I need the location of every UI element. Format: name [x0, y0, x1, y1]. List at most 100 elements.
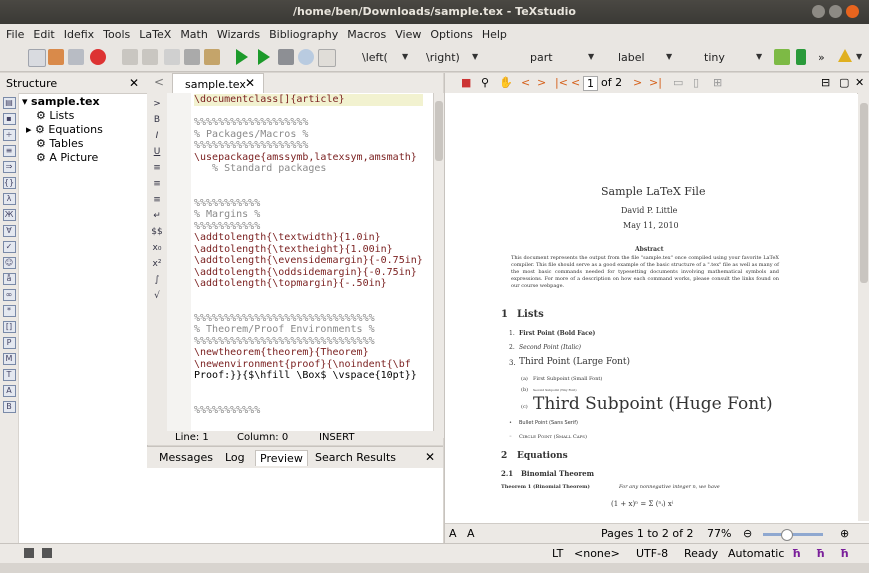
- code-line[interactable]: [194, 382, 423, 394]
- align-left-icon[interactable]: ≡: [147, 163, 167, 173]
- chevron-down-icon[interactable]: ▼: [666, 52, 672, 61]
- delimiters-icon[interactable]: {}: [2, 177, 16, 189]
- relations-icon[interactable]: ≡: [2, 145, 16, 157]
- align-center-icon[interactable]: ≡: [147, 179, 167, 189]
- fit-width-icon[interactable]: ▭: [673, 76, 683, 89]
- subscript-icon[interactable]: x₀: [147, 243, 167, 253]
- zoom-in-icon[interactable]: ⊕: [840, 527, 849, 540]
- code-line[interactable]: % Packages/Macros %: [194, 129, 423, 141]
- language-status[interactable]: <none>: [574, 547, 620, 560]
- menu-macros[interactable]: Macros: [347, 28, 386, 41]
- tree-item[interactable]: ▸ ⚙ Equations: [22, 123, 103, 137]
- reference-dropdown[interactable]: label: [618, 51, 645, 64]
- chevron-down-icon[interactable]: ▼: [588, 52, 594, 61]
- tab-log[interactable]: Log: [221, 450, 249, 465]
- first-page-icon[interactable]: |<: [555, 76, 568, 89]
- last-page-icon[interactable]: >|: [649, 76, 662, 89]
- menu-edit[interactable]: Edit: [33, 28, 54, 41]
- chevron-down-icon[interactable]: ▼: [402, 52, 408, 61]
- code-line[interactable]: \usepackage{amssymb,latexsym,amsmath}: [194, 152, 423, 164]
- code-line[interactable]: \addtolength{\topmargin}{-.50in}: [194, 278, 423, 290]
- fraction-icon[interactable]: ∫: [147, 275, 167, 285]
- code-line[interactable]: %%%%%%%%%%%%%%%%%%%: [194, 117, 423, 129]
- code-line[interactable]: [194, 186, 423, 198]
- underline-icon[interactable]: U: [147, 147, 167, 157]
- chevron-down-icon[interactable]: ▼: [856, 52, 862, 61]
- mode-status[interactable]: Automatic: [728, 547, 784, 560]
- greek-icon[interactable]: λ: [2, 193, 16, 205]
- italic-icon[interactable]: I: [147, 131, 167, 141]
- warning-icon[interactable]: [838, 49, 852, 62]
- undo-icon[interactable]: [122, 49, 138, 65]
- math-mode-icon[interactable]: $$: [147, 227, 167, 237]
- align-right-icon[interactable]: ≡: [147, 195, 167, 205]
- tab-sample-tex[interactable]: sample.tex ✕: [172, 73, 264, 93]
- sectioning-dropdown[interactable]: part: [530, 51, 553, 64]
- hand-icon[interactable]: ✋: [499, 76, 513, 89]
- menu-help[interactable]: Help: [482, 28, 507, 41]
- bookmark-icon[interactable]: ■: [461, 76, 471, 89]
- more-tools-button[interactable]: »: [818, 51, 825, 64]
- menu-view[interactable]: View: [395, 28, 421, 41]
- arrows-icon[interactable]: ⇒: [2, 161, 16, 173]
- ps-icon[interactable]: P: [2, 337, 16, 349]
- encoding-status[interactable]: UTF-8: [636, 547, 668, 560]
- code-line[interactable]: %%%%%%%%%%%: [194, 405, 423, 417]
- code-line[interactable]: \newtheorem{theorem}{Theorem}: [194, 347, 423, 359]
- tag-icon[interactable]: ħ: [840, 547, 849, 560]
- structure-view-icon[interactable]: ▤: [2, 97, 16, 109]
- close-window-button[interactable]: [846, 5, 859, 18]
- menu-idefix[interactable]: Idefix: [64, 28, 94, 41]
- viewer-scrollbar[interactable]: [858, 93, 869, 521]
- page-number-input[interactable]: 1: [583, 76, 598, 91]
- new-file-icon[interactable]: [28, 49, 46, 67]
- menu-options[interactable]: Options: [430, 28, 472, 41]
- cut-icon[interactable]: [184, 49, 200, 65]
- tree-root[interactable]: ▾ sample.tex: [22, 95, 103, 109]
- tab-messages[interactable]: Messages: [155, 450, 217, 465]
- menu-math[interactable]: Math: [180, 28, 208, 41]
- fit-page-icon[interactable]: ▯: [693, 76, 699, 89]
- code-line[interactable]: \newenvironment{proof}{\noindent{\bf: [194, 359, 423, 371]
- tag-icon[interactable]: ħ: [816, 547, 825, 560]
- menu-tools[interactable]: Tools: [103, 28, 130, 41]
- close-file-icon[interactable]: [90, 49, 106, 65]
- chevron-down-icon[interactable]: ▼: [472, 52, 478, 61]
- menu-file[interactable]: File: [6, 28, 24, 41]
- operators-icon[interactable]: ÷: [2, 129, 16, 141]
- code-line[interactable]: \addtolength{\oddsidemargin}{-0.75in}: [194, 267, 423, 279]
- brackets-icon[interactable]: []: [2, 321, 16, 333]
- code-line[interactable]: [194, 393, 423, 405]
- font-size-dropdown[interactable]: tiny: [704, 51, 725, 64]
- code-line[interactable]: \addtolength{\textheight}{1.00in}: [194, 244, 423, 256]
- code-line[interactable]: %%%%%%%%%%%%%%%%%%%%%%%%%%%%%%: [194, 336, 423, 348]
- close-icon[interactable]: ✕: [245, 76, 255, 90]
- code-line[interactable]: %%%%%%%%%%%%%%%%%%%: [194, 140, 423, 152]
- asy-icon[interactable]: A: [2, 385, 16, 397]
- symbols-icon[interactable]: ∞: [2, 289, 16, 301]
- menu-latex[interactable]: LaTeX: [139, 28, 171, 41]
- maximize-button[interactable]: [829, 5, 842, 18]
- toggle-structure-icon[interactable]: [24, 548, 34, 558]
- compile-icon[interactable]: [258, 49, 270, 65]
- font-icon[interactable]: A: [467, 527, 475, 540]
- code-line[interactable]: %%%%%%%%%%%: [194, 198, 423, 210]
- forall-icon[interactable]: ∀: [2, 225, 16, 237]
- minimize-button[interactable]: [812, 5, 825, 18]
- language-icon[interactable]: LT: [552, 547, 563, 560]
- left-bracket-dropdown[interactable]: \left(: [362, 51, 388, 64]
- editor-scrollbar[interactable]: [433, 93, 444, 438]
- menu-wizards[interactable]: Wizards: [217, 28, 260, 41]
- next-page-icon[interactable]: >: [633, 76, 642, 89]
- close-icon[interactable]: ✕: [129, 76, 139, 90]
- bold-icon[interactable]: B: [147, 115, 167, 125]
- code-line[interactable]: \addtolength{\evensidemargin}{-0.75in}: [194, 255, 423, 267]
- forward-icon[interactable]: >: [537, 76, 546, 89]
- table-icon[interactable]: [774, 49, 790, 65]
- embed-icon[interactable]: ⊟: [821, 76, 830, 89]
- right-bracket-dropdown[interactable]: \right): [426, 51, 460, 64]
- tree-item[interactable]: ⚙ A Picture: [22, 151, 103, 165]
- tikz-icon[interactable]: T: [2, 369, 16, 381]
- code-line[interactable]: \addtolength{\textwidth}{1.0in}: [194, 232, 423, 244]
- copy-icon[interactable]: [164, 49, 180, 65]
